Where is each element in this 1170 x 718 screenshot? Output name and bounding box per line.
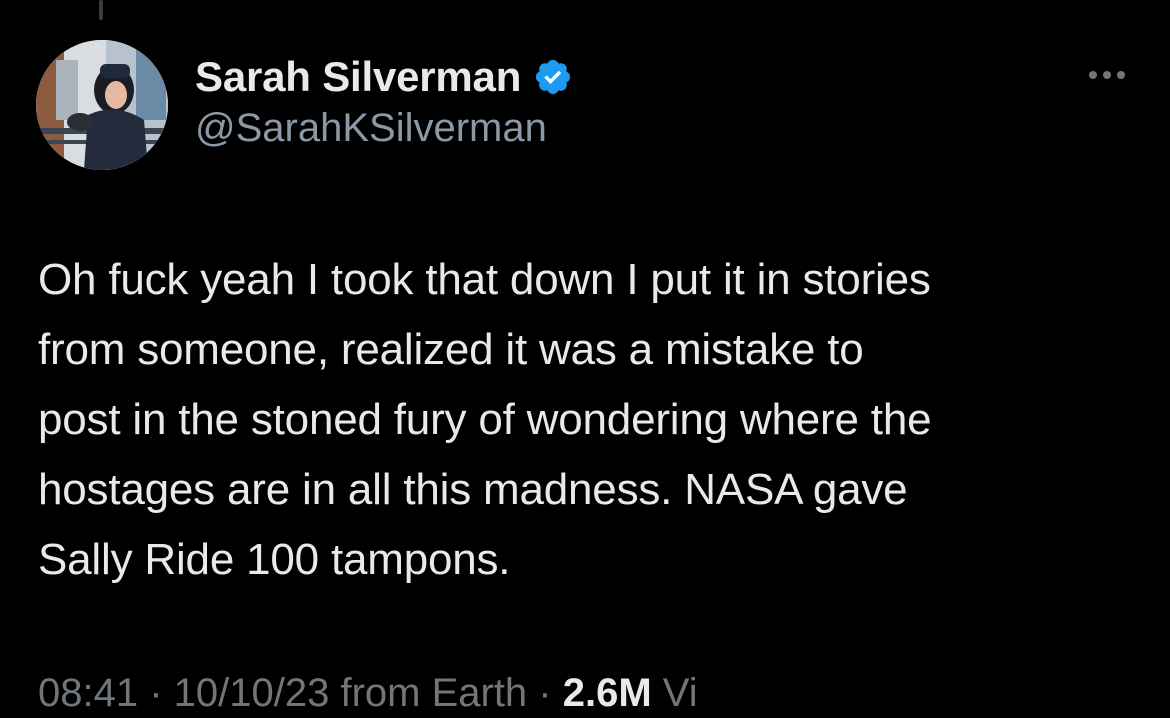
user-handle[interactable]: @SarahKSilverman: [195, 106, 547, 151]
avatar-image: [36, 40, 168, 170]
display-name[interactable]: Sarah Silverman: [195, 53, 521, 101]
thread-connector-line: [99, 0, 103, 20]
tweet-text: Oh fuck yeah I took that down I put it i…: [38, 255, 932, 584]
verified-badge-icon[interactable]: [533, 57, 573, 97]
tweet-timestamp[interactable]: 08:41 · 10/10/23 from Earth ·: [38, 671, 552, 715]
more-options-icon-dot: [1117, 71, 1125, 79]
avatar[interactable]: [36, 40, 168, 170]
views-count: 2.6M: [562, 671, 652, 715]
tweet-meta: 08:41 · 10/10/23 from Earth · 2.6M Vi: [38, 668, 698, 718]
more-options-icon-dot: [1103, 71, 1111, 79]
views-label: Vi: [651, 671, 698, 715]
more-options-icon: [1089, 71, 1097, 79]
author-name-row: Sarah Silverman: [195, 50, 573, 104]
more-options-button[interactable]: [1080, 60, 1134, 90]
